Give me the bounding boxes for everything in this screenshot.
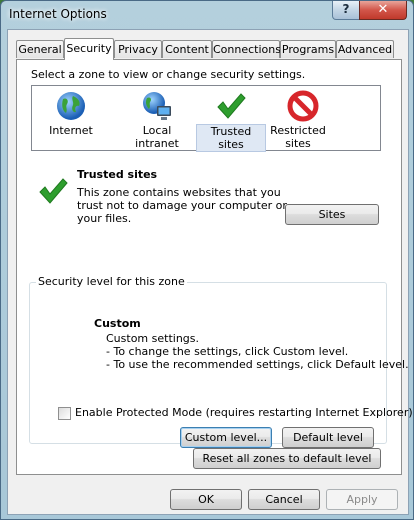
zone-label-internet: Internet xyxy=(49,124,93,137)
title-bar[interactable]: Internet Options ? ✕ xyxy=(1,1,413,29)
restricted-icon xyxy=(287,90,319,122)
security-level-group: Security level for this zone Custom Cust… xyxy=(29,275,413,448)
protected-mode-checkbox[interactable] xyxy=(58,407,71,420)
zone-select-prompt: Select a zone to view or change security… xyxy=(31,68,306,81)
custom-level-button[interactable]: Custom level... xyxy=(180,427,272,448)
apply-button[interactable]: Apply xyxy=(326,489,398,510)
globe-icon xyxy=(55,90,87,122)
zone-heading: Trusted sites xyxy=(77,168,158,181)
tab-general[interactable]: General xyxy=(16,40,64,58)
close-button[interactable]: ✕ xyxy=(359,1,407,20)
zone-label-local-intranet: Local intranet xyxy=(135,124,179,150)
reset-all-zones-button[interactable]: Reset all zones to default level xyxy=(193,448,381,469)
network-globe-icon xyxy=(141,90,173,122)
security-level-desc-2: - To change the settings, click Custom l… xyxy=(106,345,349,358)
security-level-desc-1: Custom settings. xyxy=(106,332,200,345)
tab-strip: General Security Privacy Content Connect… xyxy=(16,38,406,60)
zone-trusted-sites[interactable]: Trusted sites xyxy=(196,90,266,152)
zone-description-line-1: This zone contains websites that you xyxy=(77,186,281,199)
dialog-client-area: General Security Privacy Content Connect… xyxy=(7,29,413,515)
window-title: Internet Options xyxy=(9,7,107,21)
security-tab-panel: Select a zone to view or change security… xyxy=(16,59,413,475)
tab-content[interactable]: Content xyxy=(162,40,212,58)
zone-local-intranet[interactable]: Local intranet xyxy=(122,90,192,150)
tab-advanced[interactable]: Advanced xyxy=(336,40,394,58)
zone-restricted-sites[interactable]: Restricted sites xyxy=(268,90,338,150)
tab-connections[interactable]: Connections xyxy=(212,40,281,58)
help-button[interactable]: ? xyxy=(332,1,360,20)
trusted-checkmark-icon xyxy=(37,175,69,207)
tab-privacy[interactable]: Privacy xyxy=(114,40,162,58)
ok-button[interactable]: OK xyxy=(170,489,242,510)
security-level-name: Custom xyxy=(94,317,141,330)
internet-options-window: Internet Options ? ✕ General Security Pr… xyxy=(0,0,414,520)
protected-mode-label[interactable]: Enable Protected Mode (requires restarti… xyxy=(75,406,413,419)
default-level-button[interactable]: Default level xyxy=(282,427,374,448)
security-level-desc-3: - To use the recommended settings, click… xyxy=(106,358,409,371)
tab-programs[interactable]: Programs xyxy=(280,40,336,58)
security-level-group-title: Security level for this zone xyxy=(36,275,187,288)
zone-label-trusted-sites: Trusted sites xyxy=(196,124,266,152)
tab-security[interactable]: Security xyxy=(64,38,114,60)
zone-label-restricted-sites: Restricted sites xyxy=(270,124,326,150)
cancel-button[interactable]: Cancel xyxy=(248,489,320,510)
checkmark-icon xyxy=(215,90,247,122)
sites-button[interactable]: Sites xyxy=(285,204,379,225)
zone-internet[interactable]: Internet xyxy=(36,90,106,137)
zone-description-line-2: trust not to damage your computer or xyxy=(77,199,287,212)
zone-description-line-3: your files. xyxy=(77,212,132,225)
zone-list: Internet Local intranet Trusted sites Re… xyxy=(31,85,381,152)
